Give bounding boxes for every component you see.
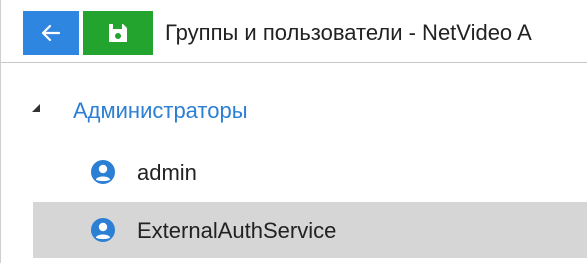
group-label: Администраторы xyxy=(73,98,248,123)
collapse-triangle-icon[interactable] xyxy=(31,103,41,113)
tree-group-administrators[interactable]: Администраторы xyxy=(1,90,587,130)
user-label: ExternalAuthService xyxy=(137,218,337,243)
arrow-left-icon xyxy=(41,24,61,42)
groups-users-window: Группы и пользователи - NetVideo A Админ… xyxy=(0,0,587,263)
user-label: admin xyxy=(137,160,197,185)
tree-user-externalauthservice[interactable]: ExternalAuthService xyxy=(33,202,587,258)
groups-tree: Администраторы admin ExternalAuthService xyxy=(1,62,587,263)
title-bar: Группы и пользователи - NetVideo A xyxy=(1,0,587,63)
tree-user-admin[interactable]: admin xyxy=(33,144,587,200)
user-circle-icon xyxy=(91,218,115,242)
save-button[interactable] xyxy=(83,11,153,55)
user-circle-icon xyxy=(91,160,115,184)
window-title: Группы и пользователи - NetVideo A xyxy=(165,20,532,45)
back-button[interactable] xyxy=(23,11,79,55)
floppy-disk-icon xyxy=(109,24,127,42)
